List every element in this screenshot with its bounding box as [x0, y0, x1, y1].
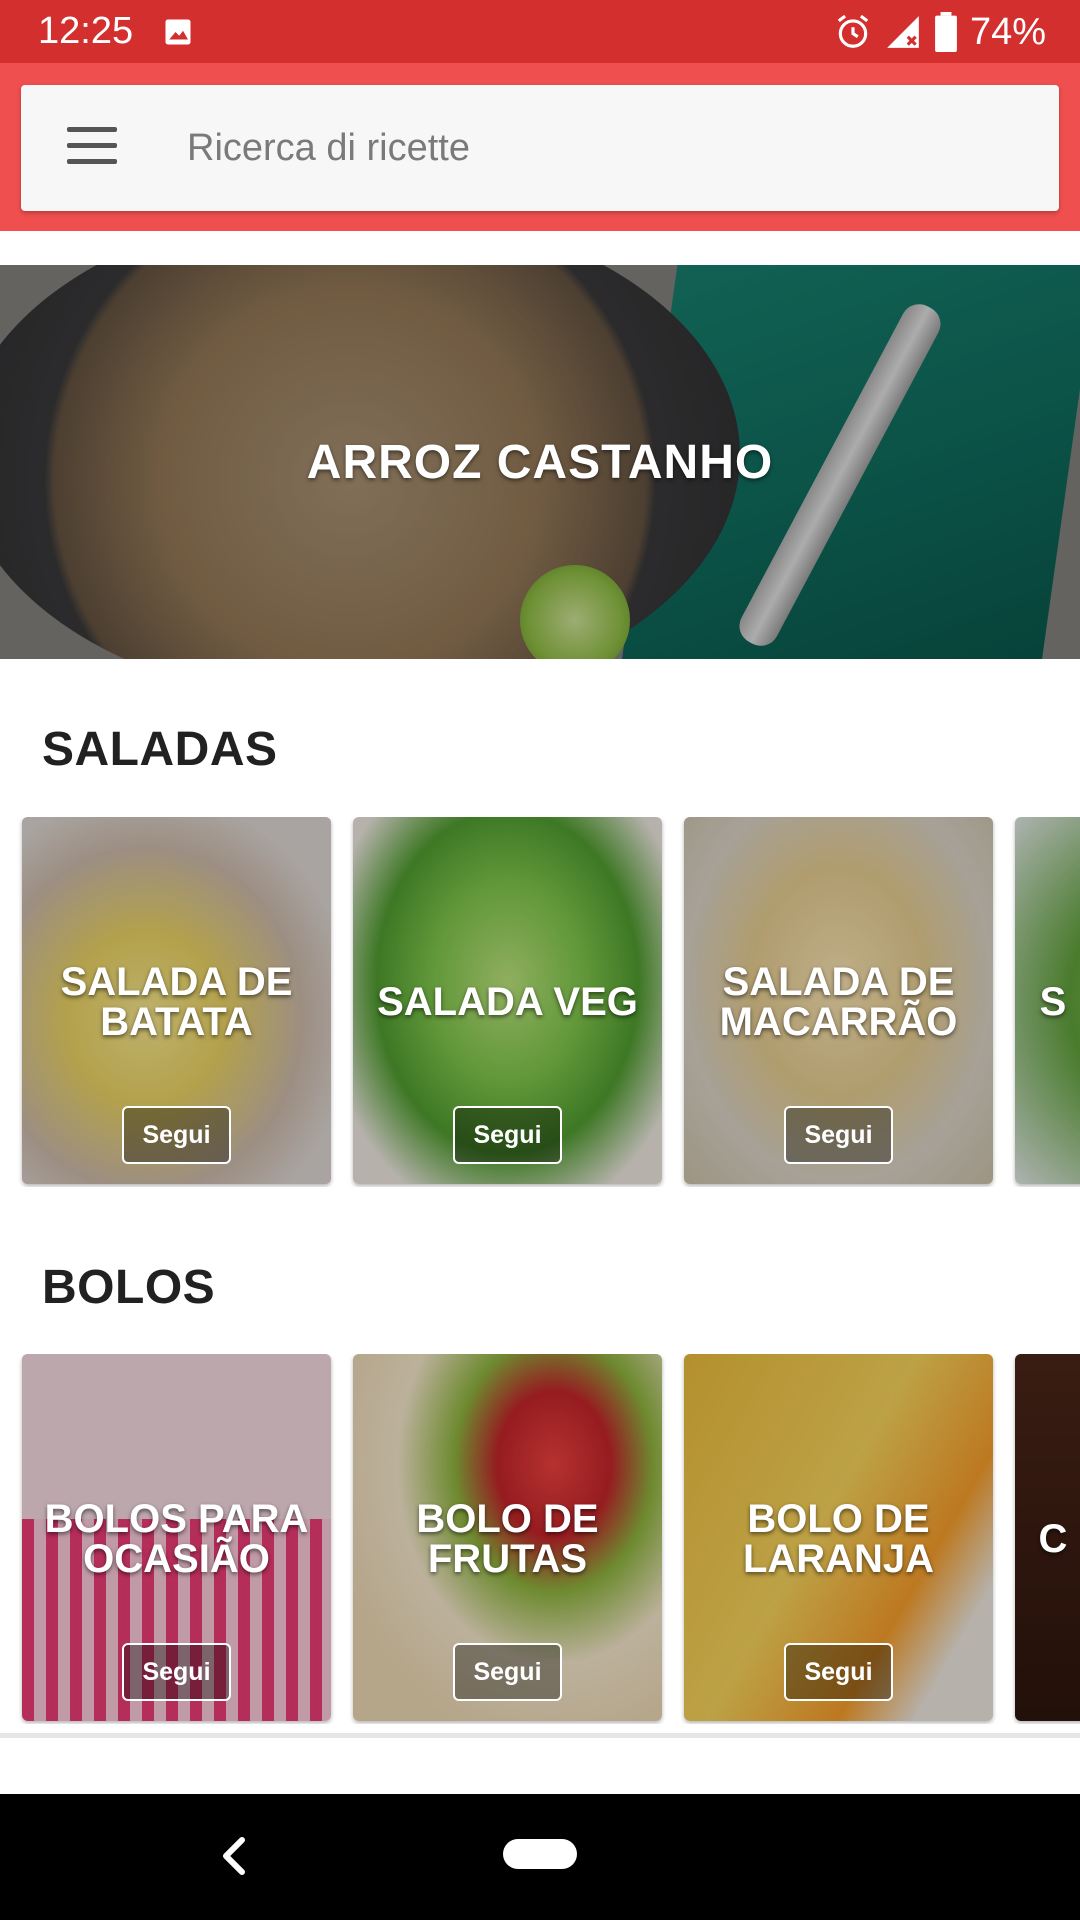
section-title-saladas: SALADAS [42, 723, 278, 776]
back-icon[interactable] [210, 1828, 258, 1884]
section-title-bolos: BOLOS [42, 1261, 216, 1314]
hamburger-menu-icon[interactable] [67, 127, 117, 167]
signal-icon [887, 16, 919, 48]
status-right-group: 74% [834, 8, 1046, 56]
card-title: S [1039, 980, 1067, 1024]
category-card[interactable]: S [1015, 817, 1080, 1184]
app-bar [0, 63, 1080, 231]
hero-banner[interactable]: ARROZ CASTANHO [0, 265, 1080, 659]
card-title: SALADA VEG [377, 980, 638, 1024]
card-title: BOLO DE FRUTAS [416, 1497, 599, 1581]
follow-button[interactable]: Segui [784, 1643, 893, 1701]
hero-title: ARROZ CASTANHO [306, 435, 774, 489]
navigation-bar [0, 1794, 1080, 1920]
search-input[interactable] [187, 115, 1007, 181]
category-card[interactable]: BOLOS PARA OCASIÃO Segui [22, 1354, 331, 1721]
search-bar[interactable] [21, 85, 1059, 211]
battery-percentage: 74% [969, 10, 1046, 53]
bolos-row[interactable]: BOLOS PARA OCASIÃO Segui BOLO DE FRUTAS … [0, 1354, 1080, 1724]
saladas-row[interactable]: SALADA DE BATATA Segui SALADA VEG Segui … [0, 817, 1080, 1187]
category-card[interactable]: C [1015, 1354, 1080, 1721]
card-title: BOLOS PARA OCASIÃO [44, 1497, 309, 1581]
category-card[interactable]: BOLO DE LARANJA Segui [684, 1354, 993, 1721]
battery-icon [935, 12, 957, 52]
category-card[interactable]: SALADA DE MACARRÃO Segui [684, 817, 993, 1184]
image-icon [165, 19, 191, 45]
follow-button[interactable]: Segui [122, 1643, 231, 1701]
divider [0, 1733, 1080, 1738]
home-pill-icon[interactable] [503, 1839, 577, 1869]
status-bar: 12:25 74% [0, 0, 1080, 63]
alarm-icon [837, 14, 869, 48]
card-title: SALADA DE BATATA [60, 960, 293, 1044]
status-time: 12:25 [38, 10, 134, 52]
follow-button[interactable]: Segui [784, 1106, 893, 1164]
card-title: C [1038, 1517, 1068, 1561]
follow-button[interactable]: Segui [453, 1106, 562, 1164]
card-title: BOLO DE LARANJA [742, 1497, 935, 1581]
category-card[interactable]: SALADA VEG Segui [353, 817, 662, 1184]
follow-button[interactable]: Segui [122, 1106, 231, 1164]
follow-button[interactable]: Segui [453, 1643, 562, 1701]
category-card[interactable]: SALADA DE BATATA Segui [22, 817, 331, 1184]
category-card[interactable]: BOLO DE FRUTAS Segui [353, 1354, 662, 1721]
card-title: SALADA DE MACARRÃO [719, 960, 958, 1044]
